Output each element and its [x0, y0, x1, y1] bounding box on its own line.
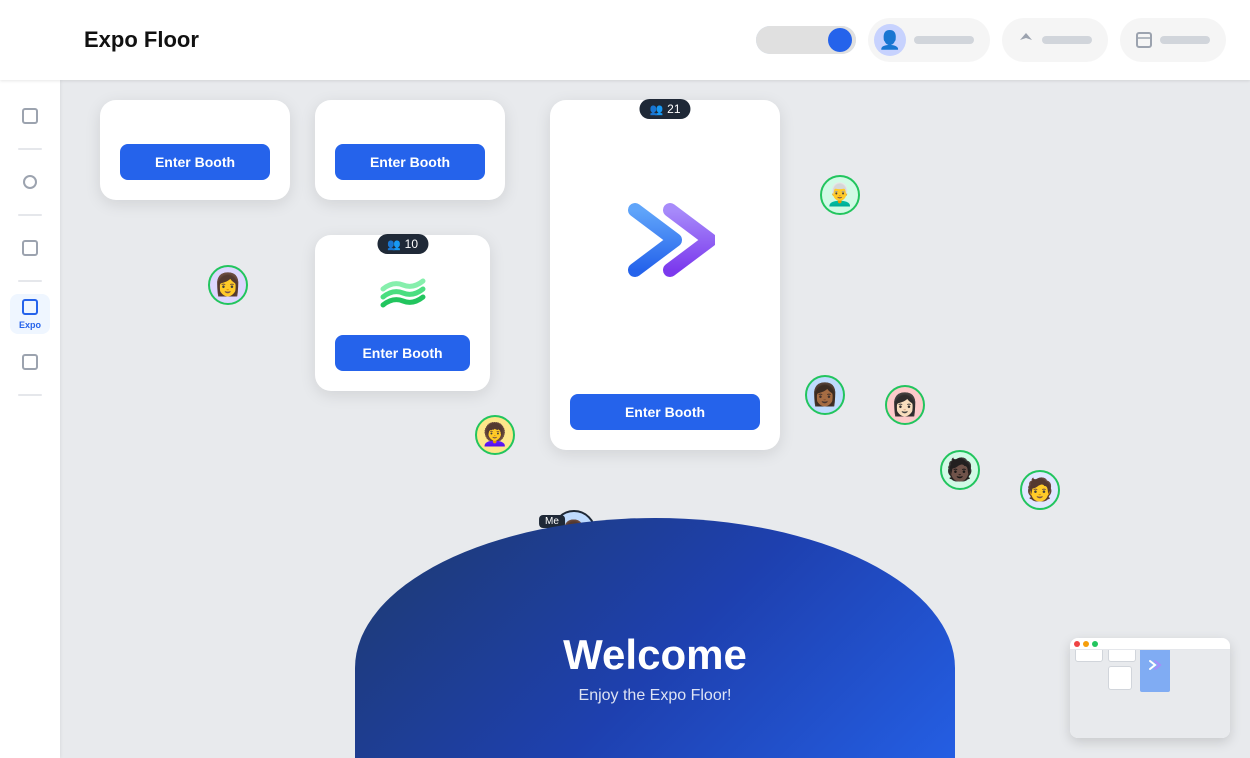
booth-3-logo [373, 263, 433, 323]
location-btn-label [1042, 36, 1092, 44]
avatar-5: 👩🏻 [885, 385, 925, 425]
window-button[interactable] [1120, 18, 1226, 62]
sidebar-item-1[interactable] [10, 96, 50, 136]
sidebar-item-expo-label: Expo [19, 320, 41, 330]
app-title: Expo Floor [84, 27, 199, 53]
sidebar-divider-2 [18, 214, 42, 216]
sidebar-item-expo[interactable]: Expo [10, 294, 50, 334]
booth-card-1: Enter Booth [100, 100, 290, 200]
expo-icon [21, 298, 39, 316]
enter-booth-3-button[interactable]: Enter Booth [335, 335, 470, 371]
enter-booth-1-button[interactable]: Enter Booth [120, 144, 270, 180]
window-icon [1136, 32, 1152, 48]
avatar-1: 👩 [208, 265, 248, 305]
welcome-title: Welcome [563, 631, 747, 679]
circle-icon-1 [21, 173, 39, 191]
mini-arrow-icon [1148, 658, 1162, 677]
sidebar-item-4[interactable] [10, 342, 50, 382]
square-icon-1 [21, 107, 39, 125]
people-icon-3: 👥 [387, 238, 401, 251]
sidebar-divider-4 [18, 394, 42, 396]
booth-card-2: Enter Booth [315, 100, 505, 200]
location-button[interactable] [1002, 18, 1108, 62]
booth-card-4: 👥 21 [550, 100, 780, 450]
header: Expo Floor 👤 [0, 0, 1250, 80]
avatar-6: 🧑🏿 [940, 450, 980, 490]
booth-4-badge: 👥 21 [639, 99, 690, 119]
sidebar-item-2[interactable] [10, 162, 50, 202]
avatar-4: 👩🏾 [805, 375, 845, 415]
user-avatar: 👤 [874, 24, 906, 56]
welcome-section: Welcome Enjoy the Expo Floor! [355, 518, 955, 758]
sidebar-divider-3 [18, 280, 42, 282]
square-icon-2 [21, 239, 39, 257]
mini-booth-3 [1108, 666, 1132, 690]
people-icon-4: 👥 [649, 103, 663, 116]
avatar-2: 👩‍🦱 [475, 415, 515, 455]
sidebar-item-3[interactable] [10, 228, 50, 268]
sidebar-divider-1 [18, 148, 42, 150]
enter-booth-2-button[interactable]: Enter Booth [335, 144, 485, 180]
enter-booth-4-button[interactable]: Enter Booth [570, 394, 760, 430]
booth-4-logo [615, 190, 715, 290]
mini-map-controls [1070, 638, 1230, 650]
user-name-placeholder [914, 36, 974, 44]
mini-map-canvas [1070, 638, 1230, 738]
expo-canvas: Enter Booth Enter Booth 👥 10 Enter Booth… [60, 80, 1250, 758]
window-btn-label [1160, 36, 1210, 44]
user-pill[interactable]: 👤 [868, 18, 990, 62]
booth-card-3: 👥 10 Enter Booth [315, 235, 490, 391]
avatar-3: 👨‍🦳 [820, 175, 860, 215]
header-controls: 👤 [756, 18, 1226, 62]
booth-3-badge: 👥 10 [377, 234, 428, 254]
location-icon [1018, 32, 1034, 48]
square-icon-3 [21, 353, 39, 371]
mini-map[interactable] [1070, 638, 1230, 738]
sidebar: Expo [0, 80, 60, 758]
welcome-subtitle: Enjoy the Expo Floor! [579, 687, 732, 705]
avatar-7: 🧑 [1020, 470, 1060, 510]
view-toggle[interactable] [756, 26, 856, 54]
